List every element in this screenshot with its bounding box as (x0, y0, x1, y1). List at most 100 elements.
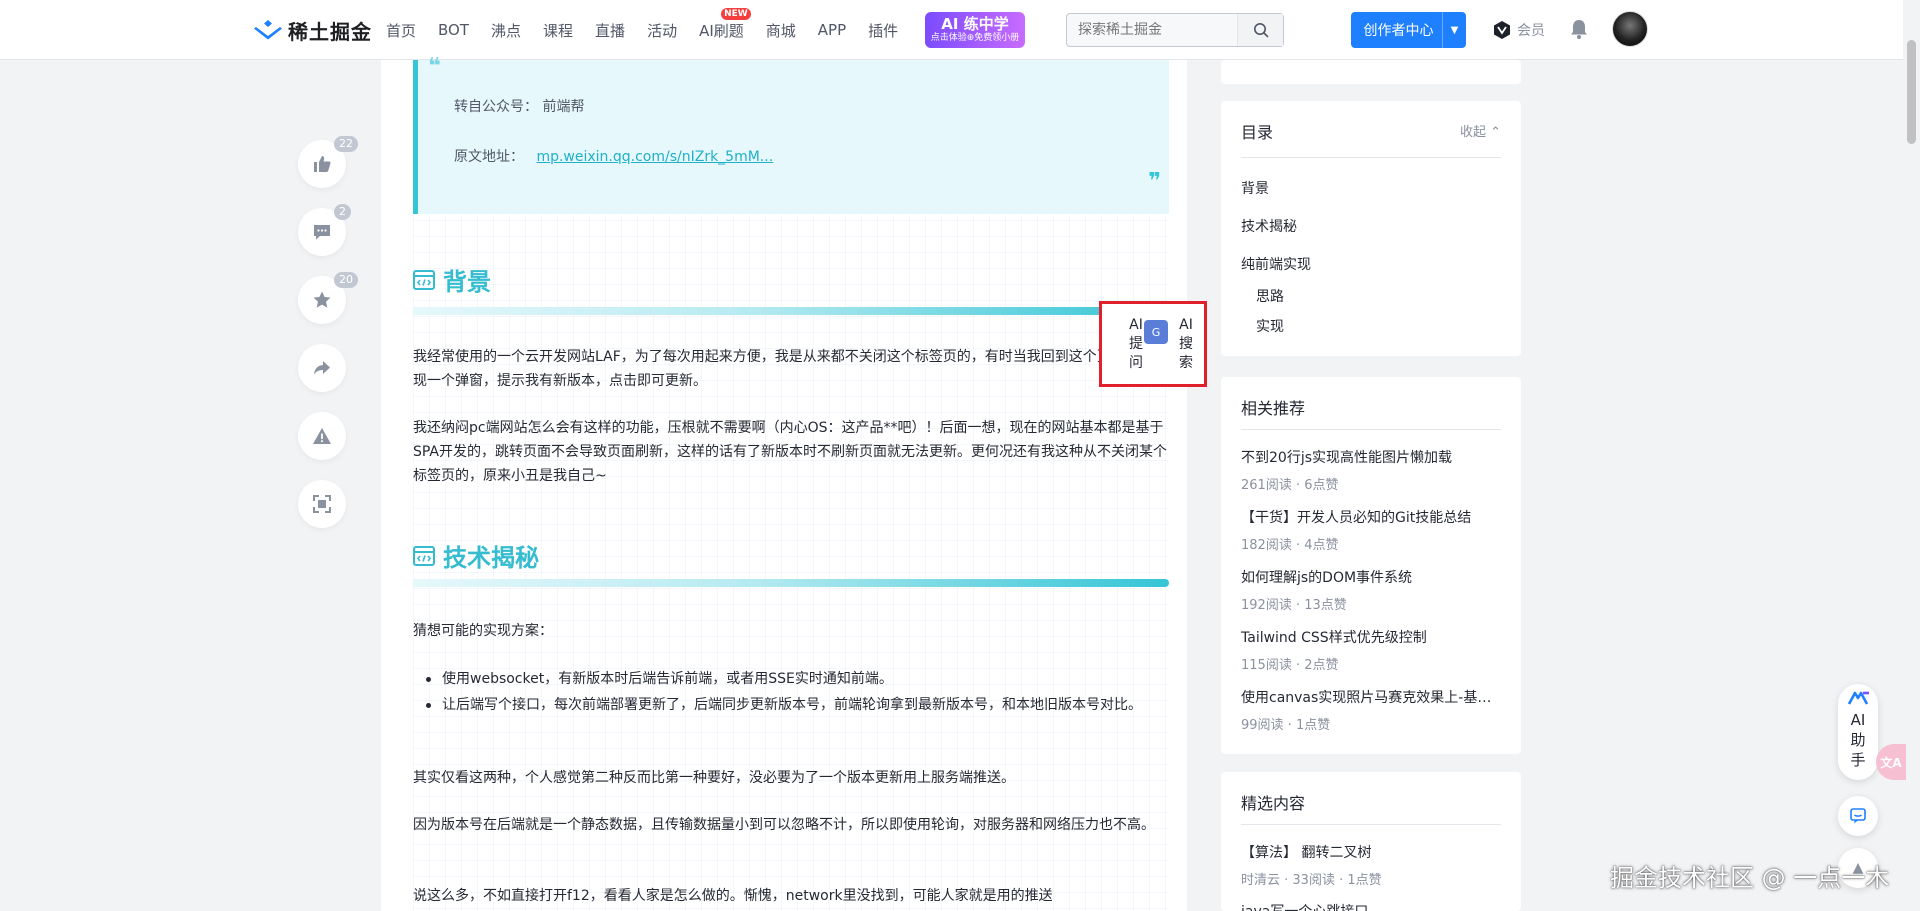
section-heading-tech: 技术揭秘 (413, 538, 539, 573)
top-header: 稀土掘金 首页 BOT 沸点 课程 直播 活动 AI刷题 NEW 商城 APP … (0, 0, 1920, 60)
nav-course[interactable]: 课程 (543, 20, 573, 41)
caret-down-icon[interactable]: ▼ (1442, 12, 1466, 48)
toc-collapse-label: 收起 (1459, 125, 1486, 140)
heading-underline (413, 307, 1169, 315)
paragraph: 我还纳闷pc端网站怎么会有这样的功能，压根就不需要啊（内心OS：这产品**吧）！… (413, 420, 1168, 484)
share-button[interactable] (298, 344, 346, 392)
search-input[interactable] (1067, 22, 1237, 38)
nav-app[interactable]: APP (818, 21, 846, 39)
heading-underline (413, 579, 1169, 587)
nav-bot[interactable]: BOT (438, 21, 469, 39)
nav-events[interactable]: 活动 (647, 20, 677, 41)
ai-helper-button[interactable]: AI助手 (1838, 684, 1878, 780)
related-item-meta: 261阅读 · 6点赞 (1241, 478, 1339, 493)
translate-plugin-icon: 文A (1880, 755, 1902, 770)
toc-subitem[interactable]: 实现 (1256, 316, 1284, 336)
featured-content: 精选内容 【算法】 翻转二叉树 时清云 · 33阅读 · 1点赞 java写一个… (1221, 772, 1521, 911)
toc-item[interactable]: 技术揭秘 (1241, 216, 1297, 236)
comment-count: 2 (334, 204, 351, 220)
like-button[interactable]: 22 (298, 136, 358, 188)
featured-item-title: java写一个心跳接口 (1241, 901, 1503, 911)
section-heading-text: 背景 (443, 268, 491, 296)
section-heading-background: 背景 (413, 262, 491, 297)
toc-collapse-button[interactable]: 收起 ⌃ (1460, 121, 1501, 140)
share-icon (314, 361, 330, 375)
related-item[interactable]: 如何理解js的DOM事件系统 192阅读 · 13点赞 (1241, 567, 1503, 613)
translate-plugin-tab[interactable]: 文A (1876, 744, 1906, 780)
related-divider (1241, 429, 1501, 430)
quote-link-label: 原文地址： (454, 149, 524, 165)
toc-item[interactable]: 背景 (1241, 178, 1269, 198)
feedback-icon (1850, 808, 1866, 824)
related-item[interactable]: 不到20行js实现高性能图片懒加载 261阅读 · 6点赞 (1241, 447, 1503, 493)
code-heading-icon (413, 545, 435, 566)
nav-plugin[interactable]: 插件 (868, 20, 898, 41)
ai-selection-popup: AI提问 G AI搜索 (1099, 301, 1207, 387)
collect-button[interactable]: 20 (298, 272, 358, 324)
juejin-logo-icon (254, 20, 282, 40)
table-of-contents: 目录 收起 ⌃ 背景 技术揭秘 纯前端实现 思路 实现 (1221, 101, 1521, 356)
new-badge: NEW (721, 7, 751, 20)
featured-divider (1241, 824, 1501, 825)
section-heading-text: 技术揭秘 (443, 544, 539, 572)
comment-icon (314, 225, 330, 240)
paragraph: 说这么多，不如直接打开f12，看看人家是怎么做的。惭愧，network里没找到，… (413, 888, 1053, 904)
featured-item[interactable]: java写一个心跳接口 (1241, 901, 1503, 911)
ai-helper-logo-icon (1848, 691, 1869, 705)
ai-search-button[interactable]: AI搜索 (1178, 316, 1194, 373)
nav-live[interactable]: 直播 (595, 20, 625, 41)
related-item-title: 不到20行js实现高性能图片懒加载 (1241, 450, 1452, 466)
translate-icon[interactable]: G (1144, 320, 1168, 344)
search-button[interactable] (1237, 14, 1283, 46)
author-card-bottom (1221, 60, 1521, 84)
main-nav: 首页 BOT 沸点 课程 直播 活动 AI刷题 NEW 商城 APP 插件 (386, 0, 920, 60)
nav-shop[interactable]: 商城 (766, 20, 796, 41)
source-quote-block: ❝ 转自公众号： 前端帮 原文地址： mp.weixin.qq.com/s/nI… (413, 54, 1169, 214)
ai-ask-button[interactable]: AI提问 (1128, 316, 1144, 373)
comment-button[interactable]: 2 (298, 204, 351, 256)
quote-link-line: 原文地址： mp.weixin.qq.com/s/nIZrk_5mM... (454, 146, 773, 166)
scrollbar-thumb[interactable] (1907, 40, 1916, 144)
toc-subitem[interactable]: 思路 (1256, 286, 1284, 306)
nav-ai-practice[interactable]: AI刷题 NEW (699, 7, 751, 41)
original-article-link[interactable]: mp.weixin.qq.com/s/nIZrk_5mM... (536, 149, 773, 165)
related-item-title: 【干货】开发人员必知的Git技能总结 (1241, 510, 1472, 526)
focus-mode-button[interactable] (298, 480, 346, 528)
quote-source-label: 转自公众号： (454, 99, 538, 115)
related-item-meta: 192阅读 · 13点赞 (1241, 598, 1347, 613)
juejin-logo[interactable]: 稀土掘金 (254, 16, 372, 44)
nav-home[interactable]: 首页 (386, 20, 416, 41)
related-recommendations: 相关推荐 不到20行js实现高性能图片懒加载 261阅读 · 6点赞 【干货】开… (1221, 377, 1521, 754)
ai-promo-banner[interactable]: AI 练中学 点击体验⊕免费领小册 (925, 12, 1025, 48)
toc-item[interactable]: 纯前端实现 (1241, 254, 1311, 274)
user-avatar[interactable] (1612, 11, 1648, 47)
featured-item[interactable]: 【算法】 翻转二叉树 时清云 · 33阅读 · 1点赞 (1241, 842, 1503, 888)
featured-item-meta: 时清云 · 33阅读 · 1点赞 (1241, 873, 1382, 888)
related-item-meta: 99阅读 · 1点赞 (1241, 718, 1331, 733)
promo-subtitle: 点击体验⊕免费领小册 (930, 33, 1020, 43)
related-item-title: 如何理解js的DOM事件系统 (1241, 570, 1413, 586)
related-item[interactable]: 【干货】开发人员必知的Git技能总结 182阅读 · 4点赞 (1241, 507, 1503, 553)
logo-text: 稀土掘金 (288, 19, 372, 44)
solution-list: 使用websocket，有新版本时后端告诉前端，或者用SSE实时通知前端。 让后… (426, 666, 1168, 718)
vip-entry[interactable]: 会员 (1492, 20, 1545, 40)
notification-bell-icon[interactable] (1568, 18, 1590, 44)
nav-pins[interactable]: 沸点 (491, 20, 521, 41)
quote-open-icon: ❝ (428, 54, 441, 79)
report-button[interactable] (298, 412, 346, 460)
list-item: 使用websocket，有新版本时后端告诉前端，或者用SSE实时通知前端。 (426, 666, 1168, 692)
related-item[interactable]: Tailwind CSS样式优先级控制 115阅读 · 2点赞 (1241, 627, 1503, 673)
collect-count: 20 (334, 272, 358, 288)
toc-title: 目录 (1241, 123, 1274, 142)
feedback-button[interactable] (1838, 796, 1878, 836)
quote-close-icon: ❞ (1148, 169, 1161, 194)
search-box (1066, 13, 1284, 47)
related-title: 相关推荐 (1241, 399, 1306, 418)
related-item-meta: 182阅读 · 4点赞 (1241, 538, 1339, 553)
code-heading-icon (413, 269, 435, 290)
creator-center-button[interactable]: 创作者中心 ▼ (1351, 12, 1466, 48)
image-watermark: 掘金技术社区 @ 一点一木 (1610, 864, 1890, 892)
vip-label: 会员 (1517, 23, 1545, 39)
ai-helper-label: AI助手 (1850, 711, 1866, 769)
related-item[interactable]: 使用canvas实现照片马赛克效果上-基础... 99阅读 · 1点赞 (1241, 687, 1503, 733)
